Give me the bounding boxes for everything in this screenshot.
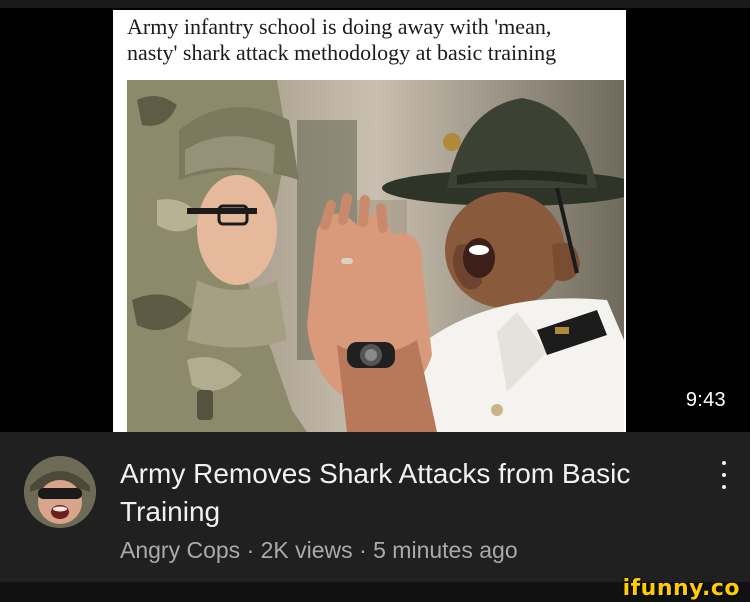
headline-line-1: Army infantry school is doing away with … [127,14,552,39]
channel-name[interactable]: Angry Cops [120,537,240,563]
video-thumbnail[interactable]: Army infantry school is doing away with … [0,0,750,432]
more-vert-icon[interactable] [712,458,736,492]
video-result-card: Army infantry school is doing away with … [0,0,750,602]
upload-age: 5 minutes ago [373,537,518,563]
video-metadata: Angry Cops · 2K views · 5 minutes ago [120,535,518,565]
article-photo [127,80,624,432]
article-headline: Army infantry school is doing away with … [127,14,617,66]
view-count: 2K views [260,537,353,563]
photo-illustration [127,80,624,432]
article-screenshot: Army infantry school is doing away with … [113,10,626,432]
headline-line-2: nasty' shark attack methodology at basic… [127,40,557,65]
channel-avatar[interactable] [24,456,96,528]
meta-separator: · [359,537,367,563]
avatar-icon [24,456,96,528]
ifunny-watermark: ifunny.co [622,576,740,601]
status-strip [0,0,750,8]
video-duration: 9:43 [685,389,726,411]
meta-separator: · [246,537,255,563]
video-title[interactable]: Army Removes Shark Attacks from Basic Tr… [120,455,680,531]
